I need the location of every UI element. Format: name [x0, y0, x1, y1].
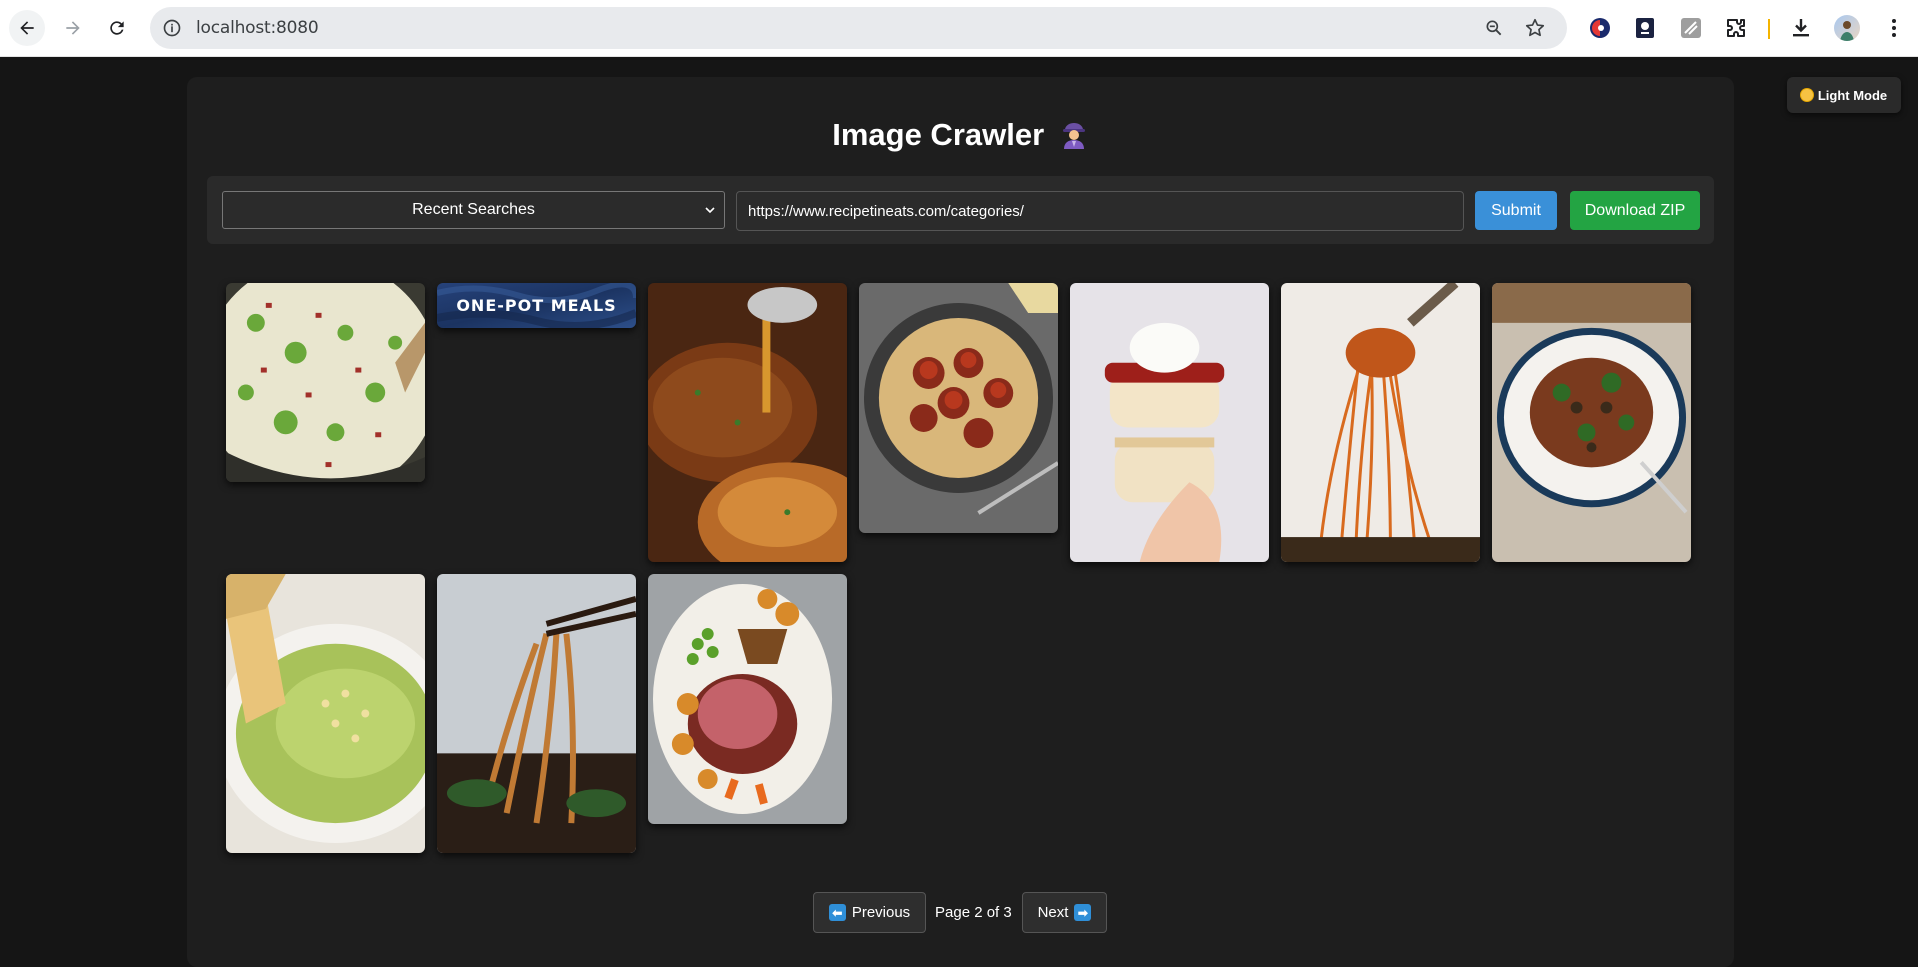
- url-text: localhost:8080: [196, 18, 319, 38]
- gallery-image-one-pot-meals[interactable]: ONE-POT MEALS: [437, 283, 636, 328]
- gallery-image-pasta-plate[interactable]: [1492, 283, 1691, 562]
- next-label: Next: [1037, 904, 1069, 921]
- extensions-puzzle-icon[interactable]: [1724, 16, 1748, 40]
- page: Light Mode Image Crawler Recent Searches…: [0, 57, 1918, 967]
- recent-searches-select[interactable]: Recent Searches: [222, 191, 725, 229]
- arrow-right-icon: [66, 21, 80, 35]
- previous-label: Previous: [851, 904, 911, 921]
- banner-text: ONE-POT MEALS: [456, 296, 617, 315]
- main-panel: Image Crawler Recent Searches https://ww…: [187, 77, 1734, 967]
- gallery-image-spaghetti-fork[interactable]: [1281, 283, 1480, 562]
- extension-3-icon[interactable]: [1679, 16, 1703, 40]
- back-button[interactable]: [9, 10, 45, 46]
- page-title-text: Image Crawler: [832, 117, 1045, 152]
- gallery-image-roast-beef[interactable]: [648, 574, 847, 824]
- recent-searches-label: Recent Searches: [412, 201, 535, 218]
- kebab-menu-icon[interactable]: [1882, 16, 1906, 40]
- search-controls: Recent Searches https://www.recipetineat…: [207, 176, 1714, 244]
- extension-1-icon[interactable]: [1588, 16, 1612, 40]
- chevron-down-icon: [705, 207, 715, 214]
- site-info-icon[interactable]: [162, 18, 182, 38]
- gallery-image-avocado-dip[interactable]: [226, 574, 425, 853]
- bookmark-star-icon[interactable]: [1524, 17, 1546, 39]
- detective-icon: [1062, 123, 1085, 149]
- url-input[interactable]: https://www.recipetineats.com/categories…: [736, 191, 1464, 231]
- zoom-icon[interactable]: [1484, 18, 1504, 38]
- next-button[interactable]: Next ➡: [1022, 892, 1107, 933]
- arrow-left-icon: [20, 21, 34, 35]
- arrow-left-icon: ⬅: [828, 904, 846, 921]
- reload-icon: [110, 21, 124, 35]
- gallery-image-spaghetti-meatballs[interactable]: [859, 283, 1058, 533]
- toolbar-divider: [1768, 19, 1770, 39]
- gallery-image-broccoli-soup[interactable]: [226, 283, 425, 482]
- previous-button[interactable]: ⬅ Previous: [813, 892, 926, 933]
- light-mode-label: Light Mode: [1817, 87, 1888, 103]
- sun-icon: [1800, 89, 1813, 101]
- gallery-image-noodles-chopsticks[interactable]: [437, 574, 636, 853]
- address-bar[interactable]: localhost:8080: [150, 7, 1567, 49]
- submit-button[interactable]: Submit: [1475, 191, 1557, 230]
- profile-avatar[interactable]: [1834, 15, 1860, 41]
- pagination: ⬅ Previous Page 2 of 3 Next ➡: [187, 892, 1734, 933]
- forward-button[interactable]: [55, 10, 91, 46]
- download-zip-button[interactable]: Download ZIP: [1570, 191, 1700, 230]
- arrow-right-icon: ➡: [1074, 904, 1092, 921]
- reload-button[interactable]: [99, 10, 135, 46]
- browser-toolbar: localhost:8080: [0, 0, 1918, 57]
- page-title: Image Crawler: [187, 117, 1734, 153]
- gallery-image-scones[interactable]: [1070, 283, 1269, 562]
- page-indicator: Page 2 of 3: [935, 904, 1012, 921]
- download-icon[interactable]: [1789, 16, 1813, 40]
- light-mode-toggle[interactable]: Light Mode: [1787, 77, 1901, 113]
- gallery-image-glazed-chicken[interactable]: [648, 283, 847, 562]
- extension-2-icon[interactable]: [1633, 16, 1657, 40]
